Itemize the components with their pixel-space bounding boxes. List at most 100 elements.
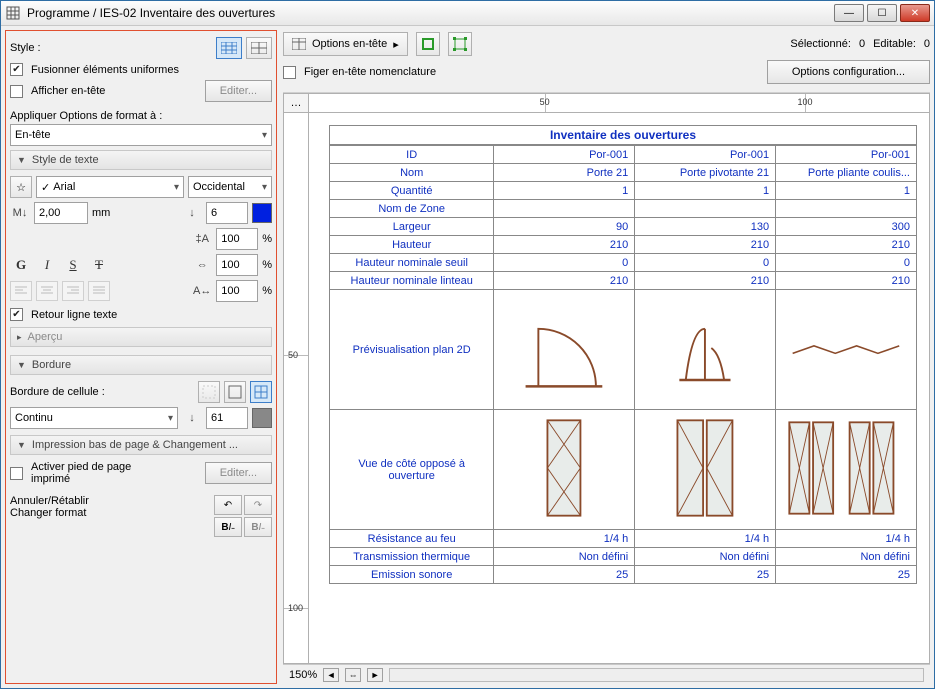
format-redo-button[interactable]: BI˗ [244, 517, 272, 537]
align-right-button[interactable] [62, 281, 84, 301]
cell[interactable]: 0 [776, 254, 917, 272]
maximize-button[interactable]: ☐ [867, 4, 897, 22]
cell[interactable]: Por-001 [776, 146, 917, 164]
cell[interactable] [776, 200, 917, 218]
apply-format-select[interactable]: En-tête [10, 124, 272, 146]
align-justify-button[interactable] [88, 281, 110, 301]
border-none-button[interactable] [198, 381, 220, 403]
cell[interactable]: Por-001 [635, 146, 776, 164]
font-size-input[interactable]: 2,00 [34, 202, 88, 224]
cell[interactable]: 300 [776, 218, 917, 236]
sheet-canvas[interactable]: Inventaire des ouvertures IDPor-001Por-0… [309, 113, 930, 664]
cell[interactable]: 90 [494, 218, 635, 236]
cell[interactable]: 210 [635, 272, 776, 290]
font-select[interactable]: ✓ Arial [36, 176, 184, 198]
freeze-header-checkbox[interactable] [283, 66, 296, 79]
bold-button[interactable]: G [10, 255, 32, 275]
cell[interactable]: Non défini [494, 548, 635, 566]
line-color-swatch[interactable] [252, 408, 272, 428]
undo-redo-label: Annuler/Rétablir [10, 495, 89, 507]
cell[interactable] [635, 290, 776, 410]
align-left-button[interactable] [10, 281, 32, 301]
align-center-button[interactable] [36, 281, 58, 301]
cell[interactable]: Non défini [635, 548, 776, 566]
char-spacing-input[interactable]: 100 [216, 280, 258, 302]
merge-uniform-checkbox[interactable]: ✔ [10, 63, 23, 76]
cell[interactable] [776, 410, 917, 530]
cell[interactable] [494, 200, 635, 218]
section-footer[interactable]: ▼Impression bas de page & Changement ... [10, 435, 272, 455]
select-handles-green-button[interactable] [448, 32, 472, 56]
leading-input[interactable]: 6 [206, 202, 248, 224]
fit-width-button[interactable]: ⇔ [345, 668, 361, 682]
line-weight-input[interactable]: 61 [206, 407, 248, 429]
script-select[interactable]: Occidental [188, 176, 272, 198]
cell[interactable]: 1 [635, 182, 776, 200]
cell[interactable] [635, 200, 776, 218]
wrap-text-checkbox[interactable]: ✔ [10, 308, 23, 321]
border-outer-button[interactable] [224, 381, 246, 403]
italic-button[interactable]: I [36, 255, 58, 275]
scroll-right-button[interactable]: ► [367, 668, 383, 682]
format-undo-button[interactable]: BI˗ [214, 517, 242, 537]
cell[interactable]: 1/4 h [494, 530, 635, 548]
edit-footer-button[interactable]: Editer... [205, 462, 272, 484]
line-style-select[interactable]: Continu [10, 407, 178, 429]
underline-button[interactable]: S [62, 255, 84, 275]
border-all-button[interactable] [250, 381, 272, 403]
line-spacing-input[interactable]: 100 [216, 254, 258, 276]
char-width-input[interactable]: 100 [216, 228, 258, 250]
cell[interactable]: 210 [494, 272, 635, 290]
selected-label: Sélectionné: [790, 38, 851, 50]
cell[interactable]: 25 [776, 566, 917, 584]
cell-border-label: Bordure de cellule : [10, 386, 105, 398]
cell[interactable]: 210 [494, 236, 635, 254]
minimize-button[interactable]: — [834, 4, 864, 22]
cell[interactable]: 1 [494, 182, 635, 200]
ruler-corner-button[interactable]: … [283, 93, 309, 113]
cell[interactable]: 25 [635, 566, 776, 584]
cell[interactable]: Porte pivotante 21 [635, 164, 776, 182]
cell[interactable]: Por-001 [494, 146, 635, 164]
cell[interactable]: 1/4 h [635, 530, 776, 548]
footer-enable-checkbox[interactable] [10, 467, 23, 480]
cell[interactable]: 0 [494, 254, 635, 272]
config-options-button[interactable]: Options configuration... [767, 60, 930, 84]
section-preview[interactable]: ▸Aperçu [10, 327, 272, 347]
undo-button[interactable]: ↶ [214, 495, 242, 515]
horizontal-scrollbar[interactable] [389, 668, 924, 682]
strike-button[interactable]: T [88, 255, 110, 275]
edit-header-button[interactable]: Editer... [205, 80, 272, 102]
cell[interactable]: Non défini [776, 548, 917, 566]
close-button[interactable]: ✕ [900, 4, 930, 22]
cell[interactable] [635, 410, 776, 530]
cell[interactable] [494, 410, 635, 530]
show-header-checkbox[interactable] [10, 85, 23, 98]
cell[interactable]: 210 [776, 272, 917, 290]
cell[interactable]: 25 [494, 566, 635, 584]
cell[interactable]: 1/4 h [776, 530, 917, 548]
section-border[interactable]: ▼Bordure [10, 355, 272, 375]
vertical-ruler[interactable]: 50 100 [283, 113, 309, 664]
cell[interactable] [494, 290, 635, 410]
section-textstyle[interactable]: ▼Style de texte [10, 150, 272, 170]
cell[interactable]: Porte 21 [494, 164, 635, 182]
text-color-swatch[interactable] [252, 203, 272, 223]
cell[interactable]: 1 [776, 182, 917, 200]
window-title: Programme / IES-02 Inventaire des ouvert… [27, 6, 834, 20]
cell[interactable] [776, 290, 917, 410]
scroll-left-button[interactable]: ◄ [323, 668, 339, 682]
cell[interactable]: Porte pliante coulis... [776, 164, 917, 182]
cell[interactable]: 210 [635, 236, 776, 254]
cell[interactable]: 0 [635, 254, 776, 272]
zoom-value[interactable]: 150% [289, 669, 317, 681]
style-grid1-button[interactable] [216, 37, 242, 59]
cell[interactable]: 210 [776, 236, 917, 254]
select-rect-green-button[interactable] [416, 32, 440, 56]
style-grid2-button[interactable] [246, 37, 272, 59]
redo-button[interactable]: ↷ [244, 495, 272, 515]
favorite-font-button[interactable]: ☆ [10, 176, 32, 198]
horizontal-ruler[interactable]: 50 100 [309, 93, 930, 113]
header-options-button[interactable]: Options en-tête ▸ [283, 32, 408, 56]
cell[interactable]: 130 [635, 218, 776, 236]
